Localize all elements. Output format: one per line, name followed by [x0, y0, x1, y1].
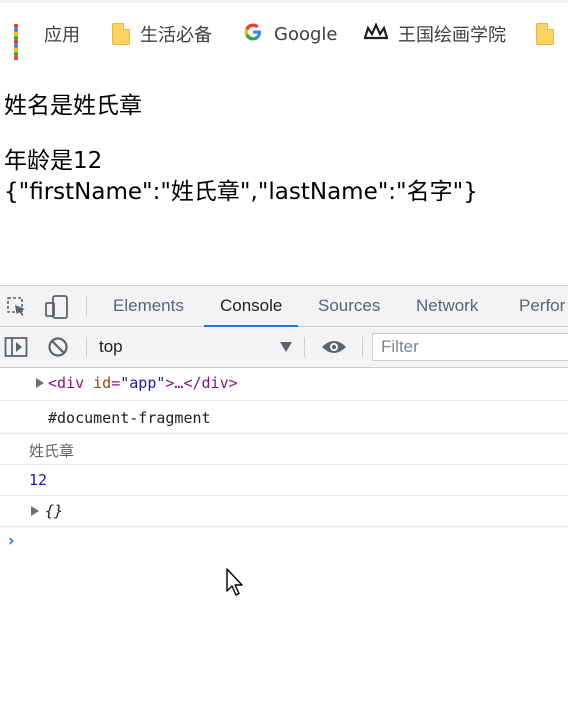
- tab-separator: [86, 296, 87, 316]
- log-number: 12: [29, 471, 48, 489]
- expand-triangle-icon[interactable]: [31, 506, 39, 516]
- expand-triangle-icon[interactable]: [36, 378, 44, 388]
- tag-open-bracket: <: [48, 374, 58, 392]
- tag-collapsed: >…</: [165, 374, 202, 392]
- inspect-element-icon[interactable]: [6, 296, 28, 322]
- toolbar-separator: [362, 337, 363, 357]
- bookmark-kingdom-label: 王国绘画学院: [398, 25, 506, 46]
- json-line: {"firstName":"姓氏章","lastName":"名字"}: [4, 179, 478, 205]
- attr-value: "app": [120, 374, 166, 392]
- eye-icon[interactable]: [320, 338, 348, 360]
- log-string: 姓氏章: [29, 442, 75, 460]
- console-row-log: 12: [0, 465, 568, 496]
- filter-box: [372, 333, 568, 361]
- context-dropdown-arrow-icon[interactable]: [280, 342, 292, 352]
- age-line: 年龄是12: [4, 148, 103, 174]
- console-row-log: 姓氏章: [0, 434, 568, 465]
- tab-sources[interactable]: Sources: [318, 286, 380, 326]
- sidebar-toggle-icon[interactable]: [4, 336, 28, 362]
- bookmarks-bar: 应用 生活必备 Google 王国绘画学院: [0, 0, 568, 67]
- name-line: 姓名是姓氏章: [4, 93, 142, 119]
- devtools-panel: Elements Console Sources Network Perfor …: [0, 285, 568, 719]
- document-fragment-text: #document-fragment: [48, 409, 211, 427]
- toolbar-separator: [86, 337, 87, 357]
- console-prompt-icon[interactable]: ›: [6, 531, 16, 551]
- bookmark-life-essentials[interactable]: 生活必备: [112, 20, 212, 48]
- bookmark-overflow-folder[interactable]: [536, 20, 564, 48]
- devtools-tab-bar: Elements Console Sources Network Perfor: [0, 286, 568, 327]
- tag-close-bracket: >: [228, 374, 238, 392]
- bookmarks-top-border: [0, 0, 568, 3]
- console-row-object[interactable]: {}: [0, 496, 568, 527]
- tab-network[interactable]: Network: [416, 286, 478, 326]
- toolbar-separator: [304, 337, 305, 357]
- tab-console[interactable]: Console: [203, 286, 299, 327]
- bookmark-apps-label: 应用: [44, 25, 80, 46]
- filter-input[interactable]: [373, 334, 568, 360]
- bookmark-life-label: 生活必备: [140, 25, 212, 46]
- folder-icon: [112, 23, 130, 45]
- log-object: {}: [45, 502, 64, 520]
- crown-icon: [363, 21, 389, 47]
- context-selector[interactable]: top: [99, 327, 123, 367]
- clear-console-icon[interactable]: [47, 336, 69, 362]
- console-row-element[interactable]: <div id="app">…</div>: [0, 368, 568, 401]
- bookmark-apps[interactable]: 应用: [14, 20, 80, 60]
- console-toolbar: top: [0, 327, 568, 368]
- mouse-cursor-icon: [226, 568, 246, 602]
- device-toolbar-icon[interactable]: [44, 295, 70, 323]
- tag-name: div: [57, 374, 85, 392]
- console-row-fragment[interactable]: #document-fragment: [0, 401, 568, 434]
- bookmark-google-label: Google: [274, 23, 338, 45]
- tab-performance[interactable]: Perfor: [519, 286, 565, 326]
- bookmark-kingdom-academy[interactable]: 王国绘画学院: [363, 20, 506, 48]
- console-output: <div id="app">…</div> #document-fragment…: [0, 368, 568, 527]
- google-icon: [242, 21, 264, 48]
- attr-name: id: [93, 374, 112, 392]
- apps-grid-icon: [14, 24, 34, 60]
- attr-equals: =: [111, 374, 121, 392]
- folder-icon: [536, 23, 554, 45]
- tab-elements[interactable]: Elements: [113, 286, 184, 326]
- bookmark-google[interactable]: Google: [242, 20, 337, 48]
- close-tag-name: div: [201, 374, 229, 392]
